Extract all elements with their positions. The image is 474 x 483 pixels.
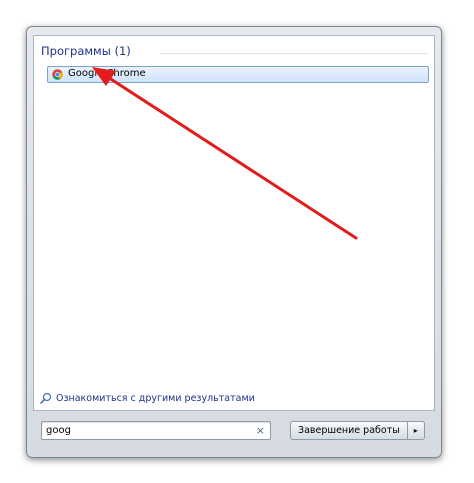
see-more-results-link[interactable]: Ознакомиться с другими результатами [40,391,255,405]
search-icon [40,392,52,404]
programs-group-header: Программы (1) [41,44,131,58]
shutdown-controls: Завершение работы ▸ [290,421,425,440]
clear-search-icon[interactable]: × [256,424,265,437]
screenshot-stage: Программы (1) Google Chrome Ознакомиться… [0,0,474,483]
group-header-divider [160,53,428,54]
start-search-box[interactable]: × [41,421,271,440]
search-results-pane [33,35,435,411]
shutdown-button[interactable]: Завершение работы [290,421,408,440]
search-input[interactable] [46,423,246,438]
shutdown-options-arrow-icon[interactable]: ▸ [407,421,425,440]
result-item-label: Google Chrome [68,68,146,79]
see-more-results-label: Ознакомиться с другими результатами [56,392,255,404]
result-item-google-chrome[interactable]: Google Chrome [47,66,429,83]
chrome-icon [52,69,63,80]
